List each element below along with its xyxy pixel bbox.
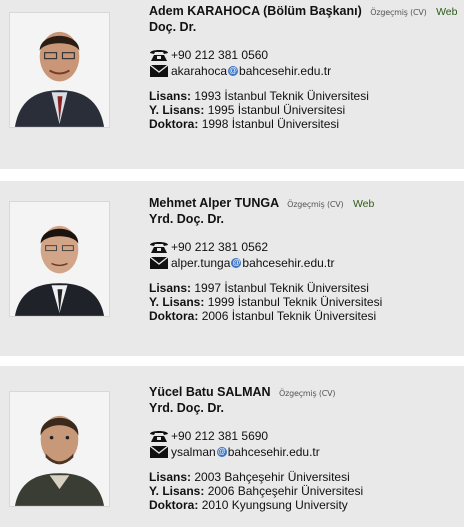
email-domain[interactable]: bahcesehir.edu.tr xyxy=(242,255,334,271)
phone-row: +90 212 381 0562 xyxy=(149,239,459,255)
academic-title: Doç. Dr. xyxy=(149,20,197,34)
edu-phd: Doktora: 2006 İstanbul Teknik Üniversite… xyxy=(149,309,377,323)
edu-phd: Doktora: 1998 İstanbul Üniversitesi xyxy=(149,117,340,131)
edu-bachelor: Lisans: 1993 İstanbul Teknik Üniversites… xyxy=(149,89,369,103)
phone-icon xyxy=(149,429,169,443)
email-row[interactable]: alper.tunga @ bahcesehir.edu.tr xyxy=(149,255,459,271)
phone-icon xyxy=(149,240,169,254)
cv-link[interactable]: Özgeçmiş (CV) xyxy=(370,8,427,17)
phone-number: +90 212 381 5690 xyxy=(171,429,269,443)
faculty-card: Mehmet Alper TUNGA Özgeçmiş (CV) Web Yrd… xyxy=(0,181,464,356)
at-icon: @ xyxy=(231,258,242,268)
edu-bachelor: Lisans: 2003 Bahçeşehir Üniversitesi xyxy=(149,470,350,484)
faculty-card: Adem KARAHOCA (Bölüm Başkanı) Özgeçmiş (… xyxy=(0,0,464,169)
web-link[interactable]: Web xyxy=(353,198,374,210)
envelope-icon xyxy=(149,445,169,459)
email-domain[interactable]: bahcesehir.edu.tr xyxy=(228,444,320,460)
cv-link[interactable]: Özgeçmiş (CV) xyxy=(287,200,344,209)
profile-photo xyxy=(9,12,110,128)
person-name: Yücel Batu SALMAN xyxy=(149,385,271,399)
envelope-icon xyxy=(149,256,169,270)
email-row[interactable]: akarahoca @ bahcesehir.edu.tr xyxy=(149,63,459,79)
academic-title: Yrd. Doç. Dr. xyxy=(149,212,225,226)
edu-phd: Doktora: 2010 Kyungsung University xyxy=(149,498,348,512)
person-name: Mehmet Alper TUNGA xyxy=(149,196,279,210)
at-icon: @ xyxy=(228,66,239,76)
edu-master: Y. Lisans: 1999 İstanbul Teknik Üniversi… xyxy=(149,295,383,309)
email-user[interactable]: alper.tunga xyxy=(171,255,230,271)
email-user[interactable]: akarahoca xyxy=(171,63,227,79)
web-link[interactable]: Web xyxy=(436,6,457,18)
phone-row: +90 212 381 0560 xyxy=(149,47,459,63)
email-user[interactable]: ysalman xyxy=(171,444,216,460)
profile-photo xyxy=(9,391,110,507)
phone-number: +90 212 381 0560 xyxy=(171,48,269,62)
phone-number: +90 212 381 0562 xyxy=(171,240,269,254)
envelope-icon xyxy=(149,64,169,78)
cv-link[interactable]: Özgeçmiş (CV) xyxy=(279,389,336,398)
profile-photo xyxy=(9,201,110,317)
edu-master: Y. Lisans: 2006 Bahçeşehir Üniversitesi xyxy=(149,484,364,498)
person-name: Adem KARAHOCA (Bölüm Başkanı) xyxy=(149,4,362,18)
at-icon: @ xyxy=(216,447,227,457)
phone-row: +90 212 381 5690 xyxy=(149,428,459,444)
faculty-card: Yücel Batu SALMAN Özgeçmiş (CV) Yrd. Doç… xyxy=(0,366,464,527)
academic-title: Yrd. Doç. Dr. xyxy=(149,401,225,415)
phone-icon xyxy=(149,48,169,62)
edu-bachelor: Lisans: 1997 İstanbul Teknik Üniversites… xyxy=(149,281,369,295)
edu-master: Y. Lisans: 1995 İstanbul Üniversitesi xyxy=(149,103,346,117)
email-row[interactable]: ysalman @ bahcesehir.edu.tr xyxy=(149,444,459,460)
email-domain[interactable]: bahcesehir.edu.tr xyxy=(239,63,331,79)
